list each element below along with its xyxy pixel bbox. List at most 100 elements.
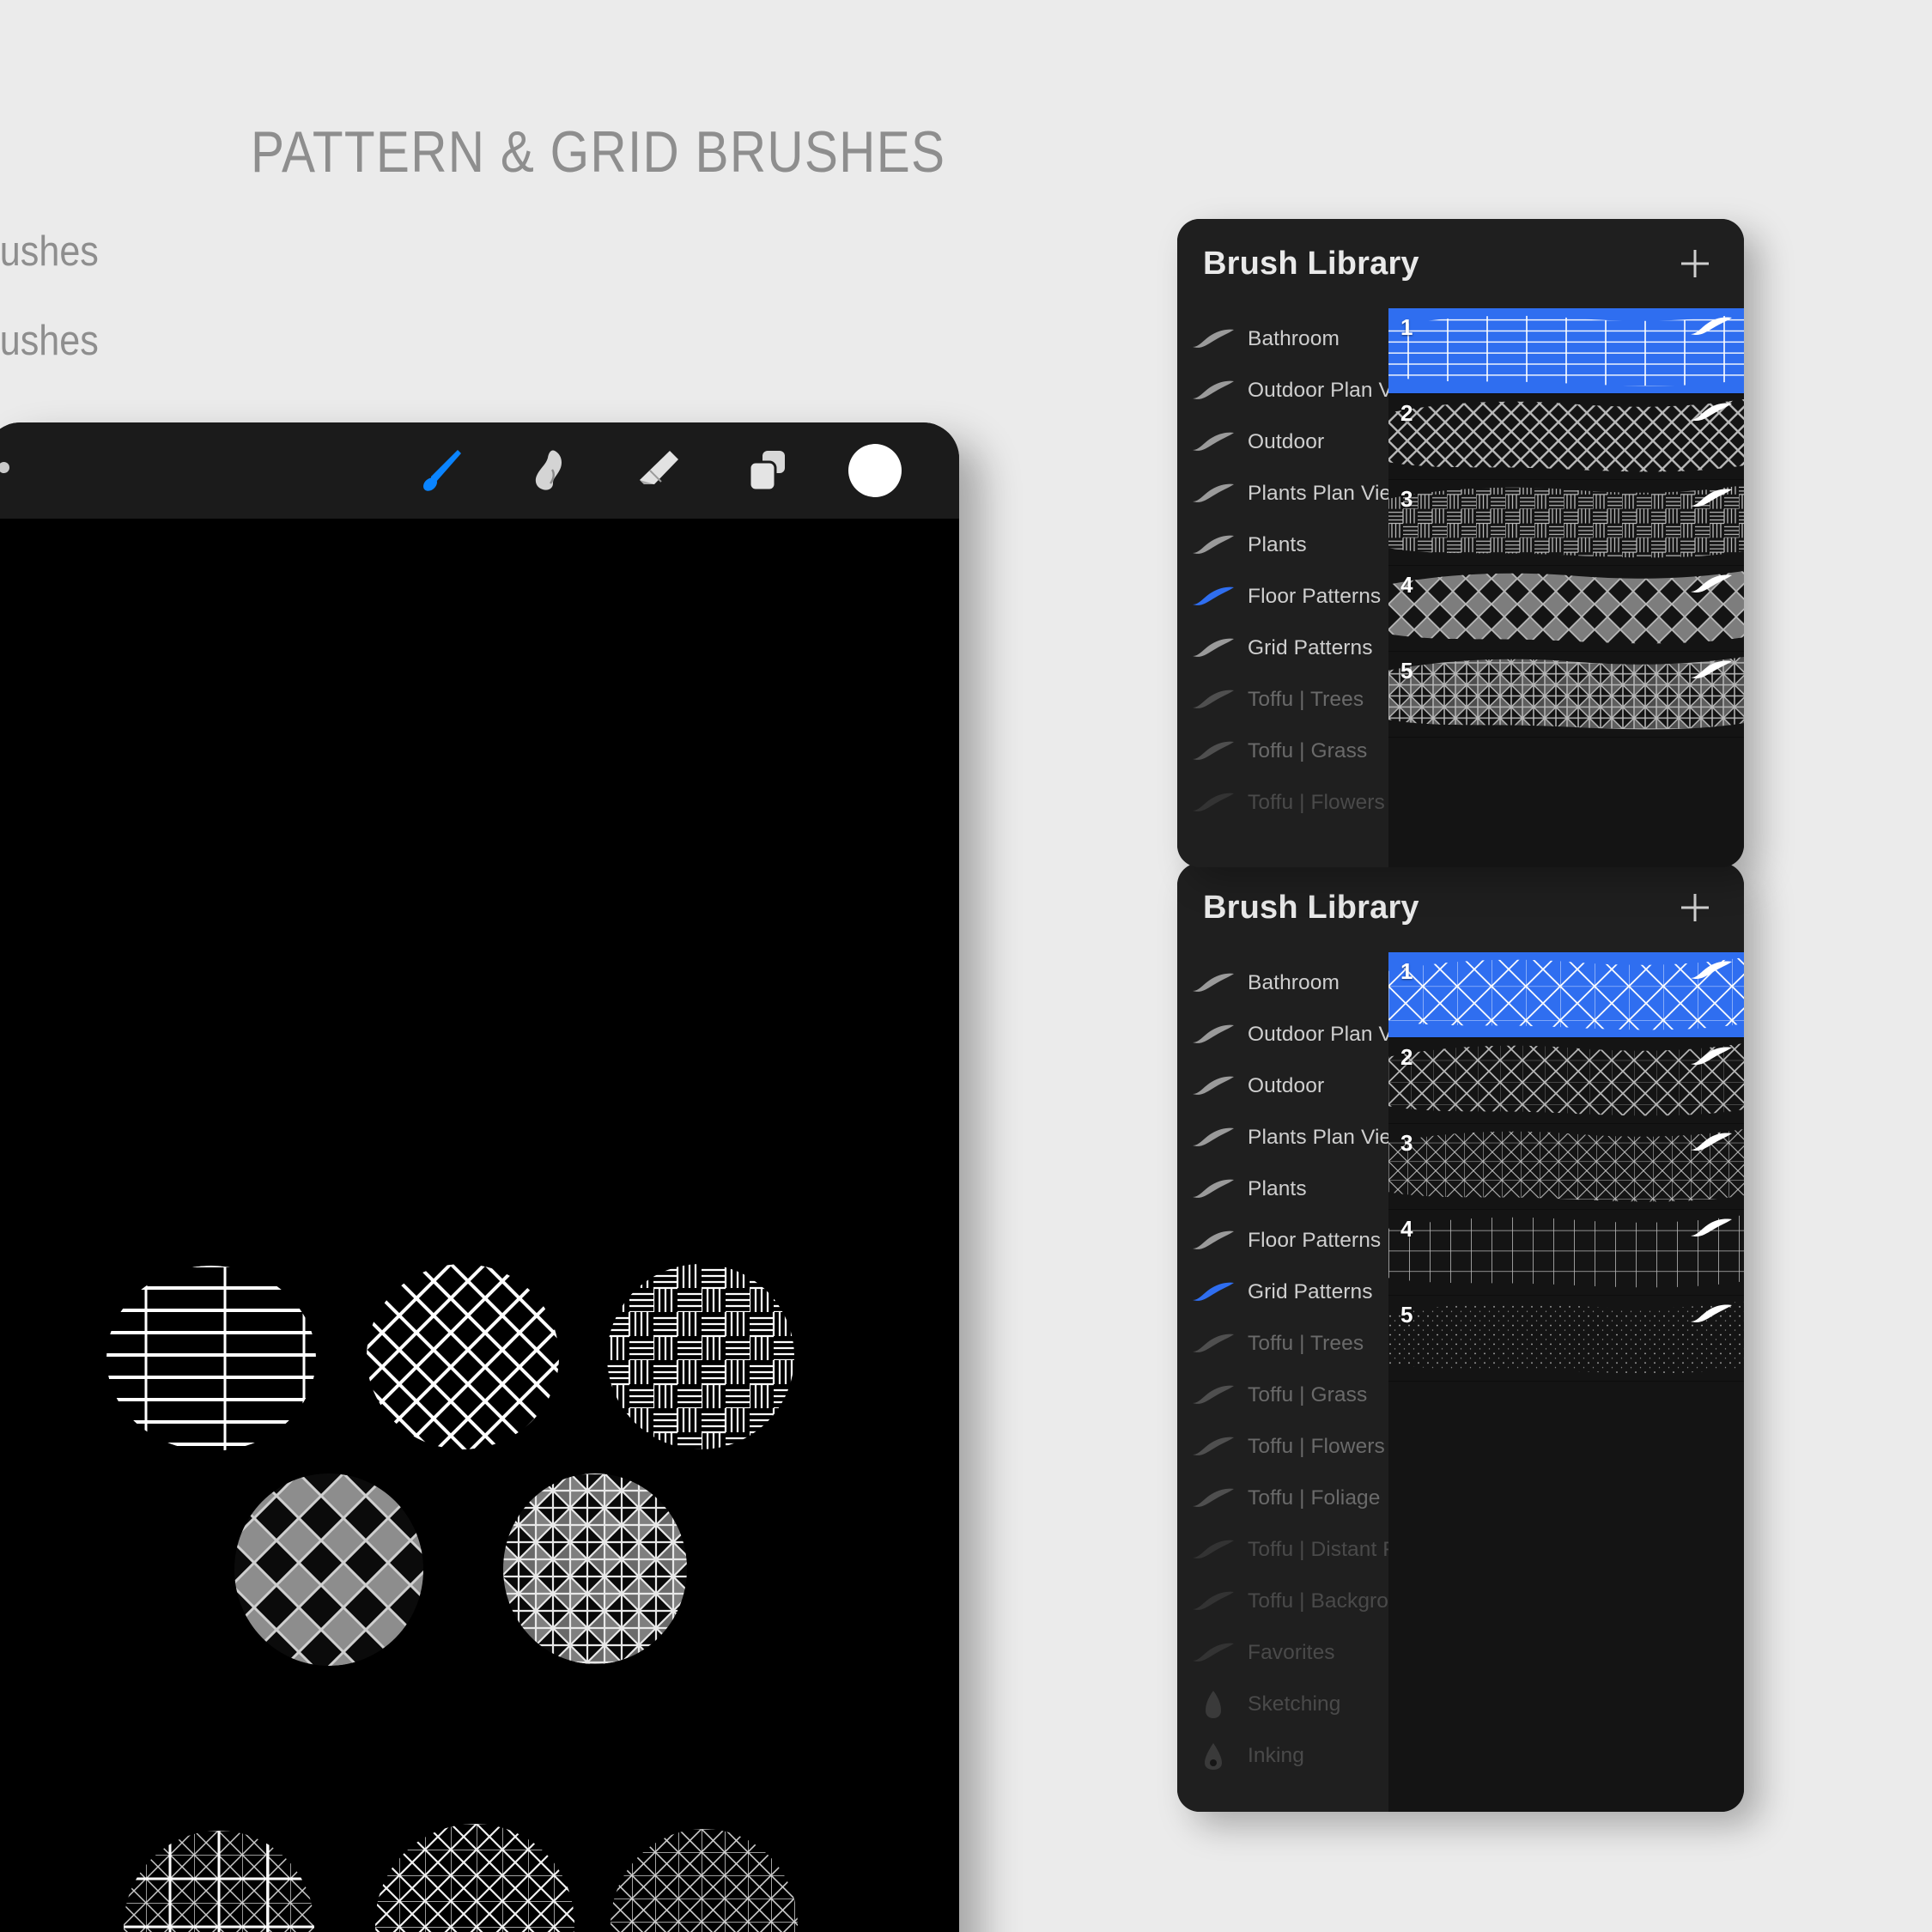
brush-item-herringbone[interactable]: 2	[1388, 394, 1744, 480]
swatch-floor-herringbone	[365, 1264, 561, 1449]
brush-item-dot-grid[interactable]: 5	[1388, 1296, 1744, 1382]
pen-nib-icon	[1189, 1689, 1237, 1720]
category-item-grid-patterns[interactable]: Grid Patterns	[1177, 623, 1388, 674]
category-list-grid[interactable]: Bathroom Outdoor Plan View Outdoor Plants P…	[1177, 952, 1452, 1812]
category-label: Sketching	[1248, 1692, 1341, 1716]
brush-stroke-icon	[1189, 970, 1237, 996]
brush-grid-grid[interactable]: 1 2 3 4 5	[1388, 952, 1744, 1812]
brush-stroke-icon	[1189, 1331, 1237, 1357]
brush-stroke-icon	[1189, 1022, 1237, 1048]
brush-stroke-icon	[1189, 1589, 1237, 1614]
category-label: Toffu | Foliage	[1248, 1486, 1381, 1510]
category-item-toffu-trees[interactable]: Toffu | Trees	[1177, 674, 1388, 726]
category-item-outdoor-plan-view[interactable]: Outdoor Plan View	[1177, 365, 1424, 416]
eraser-tool-button[interactable]	[631, 443, 686, 498]
brush-stroke-icon	[1189, 1279, 1237, 1305]
procreate-toolbar	[0, 422, 959, 519]
category-item-bathroom[interactable]: Bathroom	[1177, 957, 1388, 1009]
add-brush-icon[interactable]	[1675, 244, 1715, 283]
brush-stroke-icon	[1189, 738, 1237, 764]
brush-item-basketweave[interactable]: 3	[1388, 480, 1744, 566]
category-label: Floor Patterns	[1248, 1229, 1382, 1252]
brush-number: 1	[1400, 314, 1413, 340]
brush-stroke-icon	[1189, 1382, 1237, 1408]
category-item-toffu-distant-foliage[interactable]: Toffu | Distant Foliage	[1177, 1524, 1452, 1576]
smudge-tool-button[interactable]	[523, 443, 578, 498]
category-label: Grid Patterns	[1248, 636, 1373, 659]
category-item-toffu-flowers[interactable]: Toffu | Flowers	[1177, 1421, 1388, 1473]
color-tool-button[interactable]	[848, 443, 902, 498]
promo-subtitle-floor: Floor Patterns- 5 brushes	[0, 228, 99, 275]
swatch-floor-diamond-checker	[232, 1473, 426, 1666]
add-brush-icon[interactable]	[1675, 888, 1715, 927]
brush-stroke-icon	[1189, 1537, 1237, 1563]
brush-number: 3	[1400, 486, 1413, 512]
brush-stroke-icon	[1189, 1640, 1237, 1666]
swatch-grid-diamond-lattice	[374, 1824, 576, 1932]
brush-signature-icon	[1689, 959, 1734, 987]
brush-item-geometric-tile[interactable]: 5	[1388, 652, 1744, 738]
brush-grid-floor[interactable]: 1 2 3 4 5	[1388, 308, 1744, 867]
brush-item-diamond-lattice[interactable]: 2	[1388, 1038, 1744, 1124]
category-item-favorites[interactable]: Favorites	[1177, 1627, 1388, 1679]
brush-library-panel-grid[interactable]: Brush Library Bathroom Outdoor Plan View O…	[1177, 863, 1744, 1812]
brush-tool-button[interactable]	[415, 443, 470, 498]
category-item-plants[interactable]: Plants	[1177, 1163, 1388, 1215]
brush-signature-icon	[1689, 315, 1734, 343]
tool-buttons[interactable]	[415, 422, 939, 519]
category-item-plants-plan-view[interactable]: Plants Plan View	[1177, 468, 1406, 519]
brush-signature-icon	[1689, 487, 1734, 515]
category-item-bathroom[interactable]: Bathroom	[1177, 313, 1388, 365]
brush-number: 4	[1400, 572, 1413, 598]
category-item-toffu-trees[interactable]: Toffu | Trees	[1177, 1318, 1388, 1370]
brush-item-diamond-checker[interactable]: 4	[1388, 566, 1744, 652]
swatch-grid-triangulated	[609, 1829, 799, 1932]
category-item-toffu-flowers[interactable]: Toffu | Flowers	[1177, 777, 1388, 829]
page-title: PATTERN & GRID BRUSHES	[251, 119, 946, 185]
category-item-grid-patterns[interactable]: Grid Patterns	[1177, 1267, 1388, 1318]
category-label: Toffu | Flowers	[1248, 791, 1385, 814]
category-list-floor[interactable]: Bathroom Outdoor Plan View Outdoor Plants P…	[1177, 308, 1424, 867]
brush-item-triangulated[interactable]: 3	[1388, 1124, 1744, 1210]
category-label: Toffu | Grass	[1248, 739, 1368, 762]
brush-number: 5	[1400, 1302, 1413, 1327]
swatch-grid-cross-diagonal	[122, 1831, 316, 1932]
category-item-sketching[interactable]: Sketching	[1177, 1679, 1388, 1730]
brush-item-square-grid[interactable]: 4	[1388, 1210, 1744, 1296]
category-label: Plants	[1248, 533, 1307, 556]
category-item-toffu-foliage[interactable]: Toffu | Foliage	[1177, 1473, 1388, 1524]
brush-signature-icon	[1689, 659, 1734, 687]
category-item-floor-patterns[interactable]: Floor Patterns	[1177, 1215, 1388, 1267]
category-item-toffu-backgrounds[interactable]: Toffu | Backgrounds	[1177, 1576, 1434, 1627]
category-item-plants[interactable]: Plants	[1177, 519, 1388, 571]
category-label: Toffu | Grass	[1248, 1383, 1368, 1406]
brush-stroke-icon	[1189, 1073, 1237, 1099]
panel-body: Bathroom Outdoor Plan View Outdoor Plants P…	[1177, 952, 1744, 1812]
category-label: Toffu | Trees	[1248, 1332, 1364, 1355]
tablet-device	[0, 422, 959, 1932]
category-item-toffu-grass[interactable]: Toffu | Grass	[1177, 1370, 1388, 1421]
color-swatch[interactable]	[848, 444, 902, 497]
panel-header: Brush Library	[1177, 219, 1744, 308]
category-label: Toffu | Flowers	[1248, 1435, 1385, 1458]
brush-item-cross-diagonal[interactable]: 1	[1388, 952, 1744, 1038]
brush-stroke-icon	[1189, 790, 1237, 816]
brush-signature-icon	[1689, 401, 1734, 429]
category-item-outdoor[interactable]: Outdoor	[1177, 416, 1388, 468]
brush-library-panel-floor[interactable]: Brush Library Bathroom Outdoor Plan View O…	[1177, 219, 1744, 867]
category-item-floor-patterns[interactable]: Floor Patterns	[1177, 571, 1388, 623]
category-item-inking[interactable]: Inking	[1177, 1730, 1388, 1782]
category-label: Favorites	[1248, 1641, 1335, 1664]
category-item-toffu-grass[interactable]: Toffu | Grass	[1177, 726, 1388, 777]
category-item-outdoor[interactable]: Outdoor	[1177, 1060, 1388, 1112]
panel-title: Brush Library	[1203, 245, 1419, 282]
swatch-floor-basketweave	[605, 1264, 796, 1449]
sidebar-slider-dots	[0, 462, 9, 473]
category-item-plants-plan-view[interactable]: Plants Plan View	[1177, 1112, 1406, 1163]
brush-stroke-icon	[1189, 532, 1237, 558]
category-item-outdoor-plan-view[interactable]: Outdoor Plan View	[1177, 1009, 1424, 1060]
panel-body: Bathroom Outdoor Plan View Outdoor Plants P…	[1177, 308, 1744, 867]
procreate-canvas[interactable]	[0, 519, 959, 1932]
layers-tool-button[interactable]	[739, 443, 794, 498]
brush-item-brick[interactable]: 1	[1388, 308, 1744, 394]
